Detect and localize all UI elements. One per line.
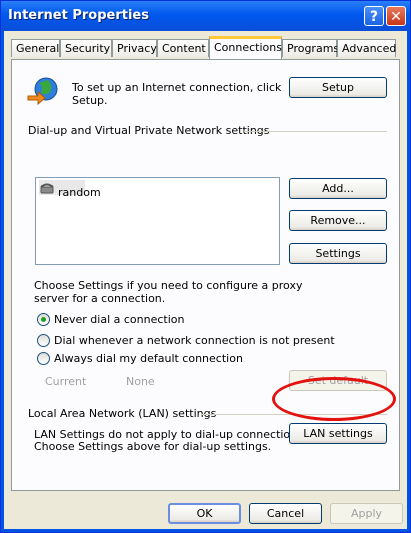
setup-button[interactable]: Setup <box>289 77 387 98</box>
connection-name: random <box>58 186 101 199</box>
tab-connections[interactable]: Connections <box>209 36 282 59</box>
lan-settings-button[interactable]: LAN settings <box>289 423 387 444</box>
dialup-divider <box>244 131 387 132</box>
dial-whenever-radio[interactable] <box>37 334 50 347</box>
ok-button[interactable]: OK <box>168 503 241 524</box>
title-bar[interactable]: Internet Properties ? ✕ <box>1 1 410 31</box>
always-dial-radio[interactable] <box>37 352 50 365</box>
always-dial-label[interactable]: Always dial my default connection <box>54 352 243 365</box>
window-title: Internet Properties <box>8 8 149 23</box>
connections-list[interactable]: random <box>35 177 280 265</box>
never-dial-label[interactable]: Never dial a connection <box>54 313 184 326</box>
setup-text-line2: Setup. <box>72 94 108 107</box>
dial-whenever-label[interactable]: Dial whenever a network connection is no… <box>54 334 335 347</box>
list-item-random[interactable]: random <box>39 180 101 199</box>
cancel-button[interactable]: Cancel <box>249 503 322 524</box>
globe-connection-icon <box>27 77 58 106</box>
proxy-text-line1: Choose Settings if you need to configure… <box>34 279 303 292</box>
tab-programs[interactable]: Programs <box>282 39 339 57</box>
settings-button[interactable]: Settings <box>289 243 387 264</box>
tab-privacy[interactable]: Privacy <box>112 39 157 57</box>
tab-general[interactable]: General <box>11 39 60 57</box>
lan-text-line2: Choose Settings above for dial-up settin… <box>34 440 272 453</box>
tab-advanced[interactable]: Advanced <box>337 39 396 57</box>
tab-security[interactable]: Security <box>60 39 112 57</box>
current-value: None <box>126 375 155 388</box>
remove-button[interactable]: Remove... <box>289 210 387 231</box>
help-button[interactable]: ? <box>364 6 384 26</box>
phone-icon <box>40 183 54 194</box>
add-button[interactable]: Add... <box>289 178 387 199</box>
highlight-ring <box>272 377 396 421</box>
dialog-client-area: General Security Privacy Content Connect… <box>4 31 407 529</box>
lan-heading: Local Area Network (LAN) settings <box>28 407 217 420</box>
close-button[interactable]: ✕ <box>386 6 406 26</box>
internet-properties-window: Internet Properties ? ✕ General Security… <box>0 0 411 533</box>
current-label: Current <box>45 375 87 388</box>
dialup-vpn-heading: Dial-up and Virtual Private Network sett… <box>28 124 270 137</box>
never-dial-radio[interactable] <box>37 313 50 326</box>
setup-text-line1: To set up an Internet connection, click <box>72 81 282 94</box>
proxy-text-line2: server for a connection. <box>34 292 166 305</box>
tab-content[interactable]: Content <box>157 39 209 57</box>
apply-button: Apply <box>330 503 403 524</box>
connections-panel: To set up an Internet connection, click … <box>11 59 400 491</box>
